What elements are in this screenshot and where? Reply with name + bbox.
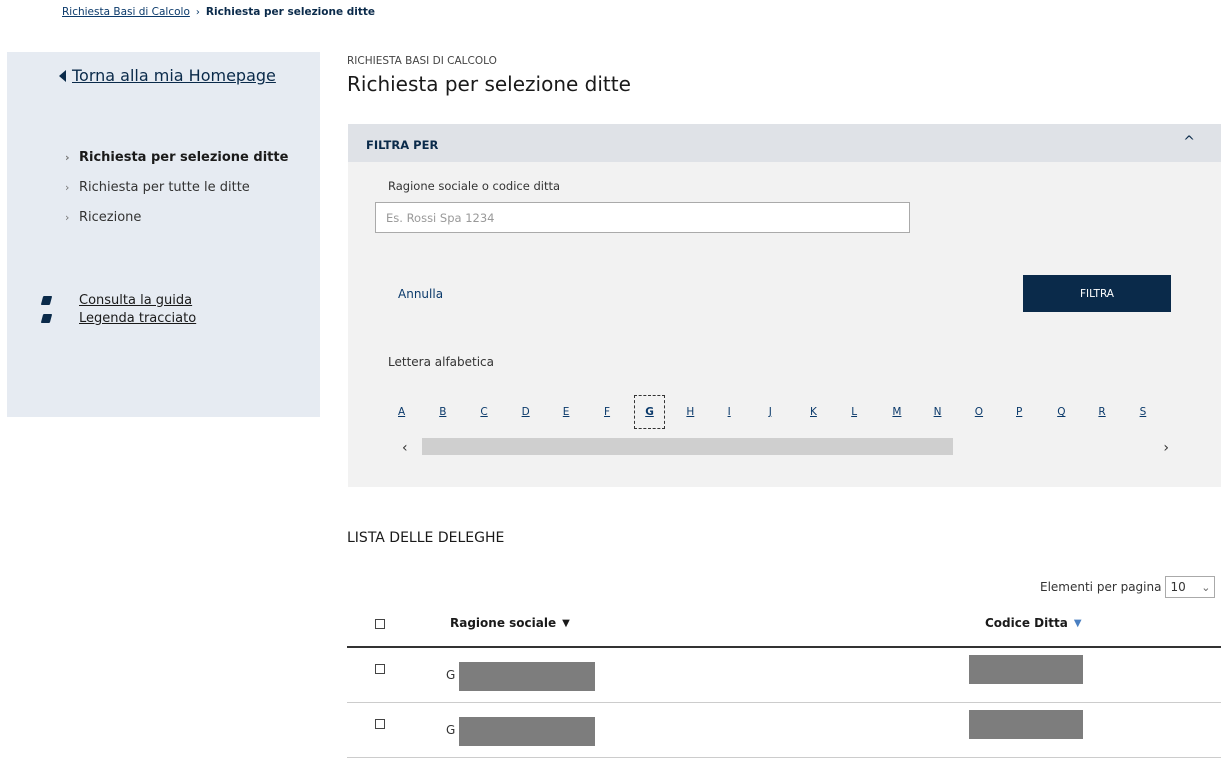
alphabet-label: Lettera alfabetica	[388, 355, 495, 369]
section-label: RICHIESTA BASI DI CALCOLO	[347, 55, 497, 67]
search-input[interactable]	[375, 202, 910, 233]
alphabet-letter-m[interactable]: M	[892, 406, 901, 418]
horizontal-scrollbar[interactable]	[422, 438, 953, 455]
page-size-label: Elementi per pagina	[1040, 580, 1162, 594]
sidebar-item-selezione-ditte[interactable]: › Richiesta per selezione ditte	[65, 142, 288, 172]
sidebar-item-tutte-ditte[interactable]: › Richiesta per tutte le ditte	[65, 172, 288, 202]
redacted-name	[459, 717, 595, 746]
column-header-codice-ditta[interactable]: Codice Ditta ▼	[985, 616, 1082, 630]
filter-button[interactable]: FILTRA	[1023, 275, 1171, 312]
book-icon	[40, 295, 53, 305]
alphabet-letter-r[interactable]: R	[1098, 406, 1105, 418]
redacted-name	[459, 662, 595, 691]
caret-left-icon	[59, 69, 66, 82]
chevron-down-icon: ⌄	[1201, 580, 1211, 594]
back-to-homepage-link[interactable]: Torna alla mia Homepage	[59, 66, 276, 85]
page-title: Richiesta per selezione ditte	[347, 72, 631, 96]
book-icon	[40, 313, 53, 323]
table-row[interactable]: G	[347, 705, 1221, 758]
redacted-code	[969, 655, 1083, 684]
chevron-right-icon: ›	[65, 150, 70, 164]
sort-down-icon: ▼	[562, 617, 570, 629]
row-checkbox[interactable]	[375, 719, 385, 729]
alphabet-letter-f[interactable]: F	[604, 406, 610, 418]
sidebar-item-label: Ricezione	[79, 209, 142, 225]
sort-down-icon: ▼	[1073, 617, 1082, 629]
alphabet-letter-b[interactable]: B	[439, 406, 446, 418]
column-header-label: Ragione sociale	[450, 616, 557, 630]
alphabet-letter-n[interactable]: N	[934, 406, 942, 418]
table-row[interactable]: G	[347, 650, 1221, 703]
alphabet-letter-c[interactable]: C	[480, 406, 487, 418]
alphabet-letter-s[interactable]: S	[1140, 406, 1147, 418]
page-size-control: Elementi per pagina 10 ⌄	[1040, 576, 1216, 598]
alphabet-letter-k[interactable]: K	[810, 406, 817, 418]
alphabet-letter-o[interactable]: O	[975, 406, 983, 418]
sidebar-item-ricezione[interactable]: › Ricezione	[65, 202, 288, 232]
redacted-code	[969, 710, 1083, 739]
breadcrumb-current: Richiesta per selezione ditte	[205, 6, 376, 18]
filter-panel-header[interactable]: FILTRA PER ^	[348, 124, 1221, 162]
sidebar-item-label: Richiesta per tutte le ditte	[79, 179, 250, 195]
filter-panel-title: FILTRA PER	[366, 138, 439, 152]
alphabet-letter-a[interactable]: A	[398, 406, 405, 418]
guide-link-label: Legenda tracciato	[79, 310, 197, 326]
chevron-right-icon: ›	[65, 210, 70, 224]
cancel-link[interactable]: Annulla	[398, 287, 443, 301]
search-field-label: Ragione sociale o codice ditta	[388, 179, 561, 193]
alphabet-letter-q[interactable]: Q	[1057, 406, 1065, 418]
column-header-ragione-sociale[interactable]: Ragione sociale ▼	[450, 616, 570, 630]
list-title: LISTA DELLE DELEGHE	[347, 530, 505, 546]
breadcrumb-separator-icon: ›	[195, 6, 200, 18]
back-to-homepage-label: Torna alla mia Homepage	[72, 66, 276, 85]
alphabet-letter-i[interactable]: I	[728, 406, 731, 418]
table-header: Ragione sociale ▼ Codice Ditta ▼	[347, 608, 1221, 648]
row-checkbox[interactable]	[375, 664, 385, 674]
chevron-right-icon: ›	[65, 180, 70, 194]
sidebar	[7, 52, 320, 417]
page-size-select[interactable]: 10 ⌄	[1165, 576, 1216, 598]
alphabet-letter-j[interactable]: J	[769, 406, 772, 418]
select-all-checkbox[interactable]	[375, 619, 385, 629]
row-name-initial: G	[446, 668, 456, 682]
chevron-up-icon[interactable]: ^	[1183, 134, 1195, 150]
guide-link-legenda[interactable]: Legenda tracciato	[40, 309, 197, 327]
chevron-right-icon[interactable]: ›	[1163, 440, 1169, 456]
sidebar-guides: Consulta la guida Legenda tracciato	[40, 291, 197, 327]
alphabet-letter-h[interactable]: H	[686, 406, 694, 418]
alphabet-letter-l[interactable]: L	[851, 406, 857, 418]
alphabet-letter-d[interactable]: D	[522, 406, 530, 418]
alphabet-letter-e[interactable]: E	[563, 406, 570, 418]
breadcrumb-link-basi-calcolo[interactable]: Richiesta Basi di Calcolo	[62, 6, 190, 18]
breadcrumb: Richiesta Basi di Calcolo › Richiesta pe…	[62, 6, 375, 18]
sidebar-nav: › Richiesta per selezione ditte › Richie…	[65, 142, 288, 232]
page-size-value: 10	[1170, 580, 1186, 594]
column-header-label: Codice Ditta	[985, 616, 1068, 630]
sidebar-item-label: Richiesta per selezione ditte	[79, 149, 289, 165]
chevron-left-icon[interactable]: ‹	[402, 440, 408, 456]
alphabet-letter-g[interactable]: G	[634, 395, 665, 429]
alphabet-letter-p[interactable]: P	[1016, 406, 1022, 418]
row-name-initial: G	[446, 723, 456, 737]
guide-link-consulta[interactable]: Consulta la guida	[40, 291, 196, 309]
filter-panel: FILTRA PER ^ Ragione sociale o codice di…	[348, 124, 1221, 487]
guide-link-label: Consulta la guida	[79, 292, 193, 308]
